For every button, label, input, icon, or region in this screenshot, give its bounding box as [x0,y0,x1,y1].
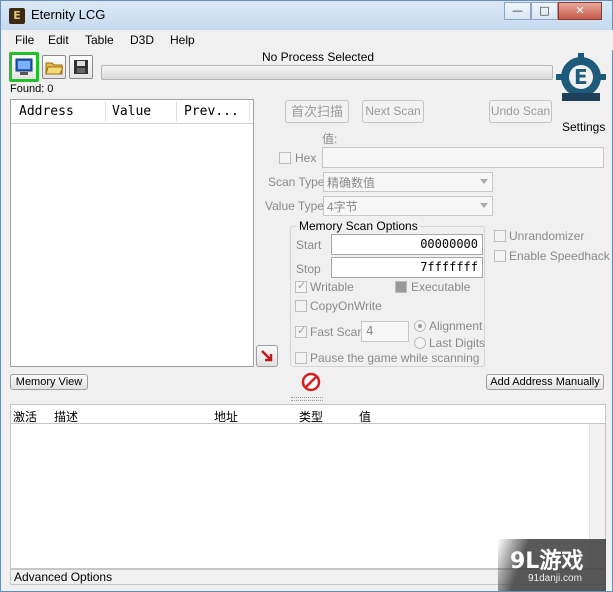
writable-label: Writable [310,280,354,294]
cheat-engine-logo-icon[interactable]: E [556,53,606,105]
red-arrow-icon [261,350,273,362]
scan-results-list[interactable]: Address Value Prev... [10,99,254,367]
stop-sign-icon [301,372,321,392]
minimize-button[interactable]: — [504,2,531,20]
column-divider [105,102,106,122]
computer-icon [15,58,33,75]
watermark-url: 91danji.com [528,573,582,584]
open-file-button[interactable] [42,55,66,79]
column-address-cn[interactable]: 地址 [214,408,238,425]
watermark-logo: 9L游戏 [510,549,584,574]
stop-label: Stop [296,262,321,276]
scan-type-select[interactable]: 精确数值 [323,172,493,192]
app-icon: E [9,8,25,24]
process-label: No Process Selected [262,50,375,64]
stop-address-input[interactable]: 7fffffff [331,257,483,278]
fast-scan-label: Fast Scan [310,325,365,339]
value-type-label: Value Type [265,199,324,213]
pause-game-checkbox[interactable] [295,352,307,364]
alignment-label: Alignment [429,319,483,333]
column-address[interactable]: Address [19,104,74,119]
fast-scan-input[interactable]: 4 [361,321,409,342]
value-label: 值: [322,132,338,146]
floppy-disk-icon [74,60,88,74]
main-window: E Eternity LCG — □ ✕ File Edit Table D3D… [0,0,613,592]
settings-link[interactable]: Settings [562,120,605,134]
panel-splitter[interactable] [291,397,323,401]
memory-scan-options-title: Memory Scan Options [297,219,420,233]
menu-file[interactable]: File [15,33,34,47]
close-button[interactable]: ✕ [558,2,602,20]
menu-bar: File Edit Table D3D Help [2,30,613,50]
hex-label: Hex [295,151,317,165]
found-count: Found: 0 [10,83,54,95]
chevron-down-icon [480,179,488,184]
fast-scan-checkbox[interactable] [295,324,307,338]
column-previous[interactable]: Prev... [184,104,239,119]
next-scan-button[interactable]: Next Scan [362,100,424,123]
scan-progress-bar [101,65,553,80]
first-scan-button[interactable]: 首次扫描 [285,100,349,123]
chevron-down-icon [480,203,488,208]
add-address-manually-button[interactable]: Add Address Manually [486,374,604,390]
start-address-input[interactable]: 00000000 [331,234,483,255]
scan-type-label: Scan Type [268,175,325,189]
menu-edit[interactable]: Edit [48,33,69,47]
copy-on-write-checkbox[interactable] [295,300,307,312]
watermark: 9L游戏 91danji.com [498,539,606,591]
menu-table[interactable]: Table [85,33,114,47]
executable-checkbox[interactable] [395,281,407,293]
pause-game-label: Pause the game while scanning [310,351,480,365]
add-to-table-button[interactable] [256,345,278,367]
last-digits-label: Last Digits [429,336,486,350]
address-table-header: 激活 描述 地址 类型 值 [10,404,606,424]
window-title: Eternity LCG [31,7,106,22]
unrandomizer-label: Unrandomizer [509,229,585,243]
scan-type-value: 精确数值 [327,176,376,190]
column-description[interactable]: 描述 [54,408,78,425]
svg-text:E: E [574,65,588,89]
executable-label: Executable [411,280,471,294]
stop-button[interactable] [301,372,321,392]
column-value[interactable]: Value [112,104,151,119]
start-label: Start [296,238,322,252]
speedhack-label: Enable Speedhack [509,249,610,263]
maximize-button[interactable]: □ [531,2,558,20]
column-value-cn[interactable]: 值 [359,408,371,425]
hex-checkbox[interactable] [279,152,291,164]
column-divider [249,102,250,122]
writable-checkbox[interactable] [295,279,307,293]
scan-results-header: Address Value Prev... [11,100,253,124]
save-button[interactable] [69,55,93,79]
value-type-select[interactable]: 4字节 [323,196,493,216]
value-type-value: 4字节 [327,200,358,214]
menu-d3d[interactable]: D3D [130,33,154,47]
title-bar: E Eternity LCG — □ ✕ [1,1,612,30]
select-process-button[interactable] [9,52,39,82]
folder-open-icon [45,62,63,75]
last-digits-radio[interactable] [414,337,426,349]
speedhack-checkbox[interactable] [494,250,506,262]
column-divider [176,102,177,122]
value-input[interactable] [322,147,604,168]
column-type[interactable]: 类型 [299,408,323,425]
memory-view-button[interactable]: Memory View [10,374,88,390]
column-active[interactable]: 激活 [13,408,37,425]
alignment-radio[interactable] [414,320,426,332]
undo-scan-button[interactable]: Undo Scan [489,100,552,123]
unrandomizer-checkbox[interactable] [494,230,506,242]
menu-help[interactable]: Help [170,33,195,47]
copy-on-write-label: CopyOnWrite [310,299,382,313]
